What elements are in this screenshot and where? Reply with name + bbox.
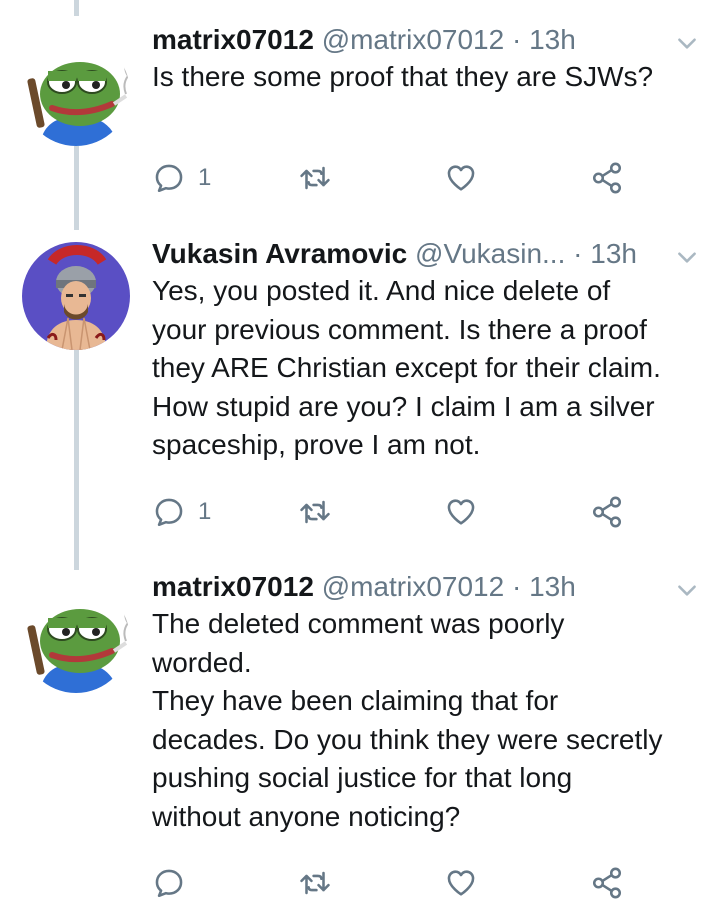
reply-button[interactable] xyxy=(152,863,198,903)
tweet[interactable]: matrix07012 @matrix07012 · 13h The delet… xyxy=(0,567,720,911)
chevron-down-icon[interactable] xyxy=(674,30,700,56)
retweet-icon xyxy=(300,871,330,895)
tweet-header: Vukasin Avramovic @Vukasin... · 13h xyxy=(152,234,700,274)
tweet-actions: 1 xyxy=(152,158,652,198)
tweet-text: Is there some proof that they are SJWs? xyxy=(152,58,702,97)
tweet-text-line: spaceship, prove I am not. xyxy=(152,429,481,460)
timestamp[interactable]: 13h xyxy=(529,571,576,602)
avatar[interactable] xyxy=(22,585,130,693)
author-name[interactable]: matrix07012 xyxy=(152,24,314,55)
retweet-icon xyxy=(300,500,330,524)
chevron-down-icon[interactable] xyxy=(674,577,700,603)
tweet-text-line: without anyone noticing? xyxy=(152,800,461,832)
retweet-button[interactable] xyxy=(298,863,332,903)
tweet-text-line: Yes, you posted it. And nice delete of xyxy=(152,275,611,306)
share-icon xyxy=(592,496,622,528)
tweet-text-line: How stupid are you? I claim I am a silve… xyxy=(152,390,655,422)
pepe-frog-avatar-icon xyxy=(22,585,130,693)
tweet-text-line: They have been claiming that for xyxy=(152,685,559,716)
tweet-text-line: Is there some proof that they are SJWs? xyxy=(152,61,654,92)
tweet-text: Yes, you posted it. And nice delete of y… xyxy=(152,272,702,465)
heart-icon xyxy=(447,870,475,896)
separator-dot: · xyxy=(573,238,583,269)
share-button[interactable] xyxy=(590,492,624,532)
pepe-frog-avatar-icon xyxy=(22,38,130,146)
tweet-text-line: worded. xyxy=(152,646,252,678)
reply-button[interactable]: 1 xyxy=(152,158,211,198)
reply-count: 1 xyxy=(198,164,212,191)
tweet-actions: 1 xyxy=(152,492,652,532)
like-button[interactable] xyxy=(444,492,478,532)
tweet-text-line: pushing social justice for that long xyxy=(152,762,573,793)
author-handle[interactable]: @matrix07012 xyxy=(322,24,505,55)
tweet-text-line: they ARE Christian except for their clai… xyxy=(152,352,661,383)
avatar[interactable] xyxy=(22,38,130,146)
tweet-text-line: decades. Do you think they were secretly xyxy=(152,723,663,755)
share-icon xyxy=(592,162,622,194)
share-icon xyxy=(592,867,622,899)
heart-icon xyxy=(447,499,475,525)
separator-dot: · xyxy=(511,24,522,55)
reply-icon xyxy=(155,869,183,898)
reply-count: 1 xyxy=(198,498,212,525)
tweet-header: matrix07012 @matrix07012 · 13h xyxy=(152,567,700,607)
tweet-actions xyxy=(152,863,652,903)
tweet-text-line: The deleted comment was poorly xyxy=(152,608,565,639)
avatar[interactable] xyxy=(22,242,130,350)
chevron-down-icon[interactable] xyxy=(674,244,700,270)
tweet[interactable]: Vukasin Avramovic @Vukasin... · 13h Yes,… xyxy=(0,234,720,534)
reply-button[interactable]: 1 xyxy=(152,492,211,532)
timestamp[interactable]: 13h xyxy=(590,238,637,269)
author-name[interactable]: Vukasin Avramovic xyxy=(152,238,407,269)
tweet[interactable]: matrix07012 @matrix07012 · 13h Is there … xyxy=(0,20,720,210)
share-button[interactable] xyxy=(590,863,624,903)
reply-icon xyxy=(155,164,183,193)
share-button[interactable] xyxy=(590,158,624,198)
retweet-icon xyxy=(300,166,330,190)
reply-icon xyxy=(155,498,183,527)
author-handle[interactable]: @Vukasin... xyxy=(415,238,565,269)
retweet-button[interactable] xyxy=(298,492,332,532)
heart-icon xyxy=(447,165,475,191)
thread-line-top xyxy=(74,0,79,16)
separator-dot: · xyxy=(511,571,522,602)
tweet-text: The deleted comment was poorly worded. T… xyxy=(152,605,702,836)
like-button[interactable] xyxy=(444,863,478,903)
retweet-button[interactable] xyxy=(298,158,332,198)
tweet-text-line: your previous comment. Is there a proof xyxy=(152,313,647,345)
tweet-header: matrix07012 @matrix07012 · 13h xyxy=(152,20,700,60)
like-button[interactable] xyxy=(444,158,478,198)
roman-soldier-avatar-icon xyxy=(22,242,130,350)
author-name[interactable]: matrix07012 xyxy=(152,571,314,602)
author-handle[interactable]: @matrix07012 xyxy=(322,571,505,602)
timestamp[interactable]: 13h xyxy=(529,24,576,55)
